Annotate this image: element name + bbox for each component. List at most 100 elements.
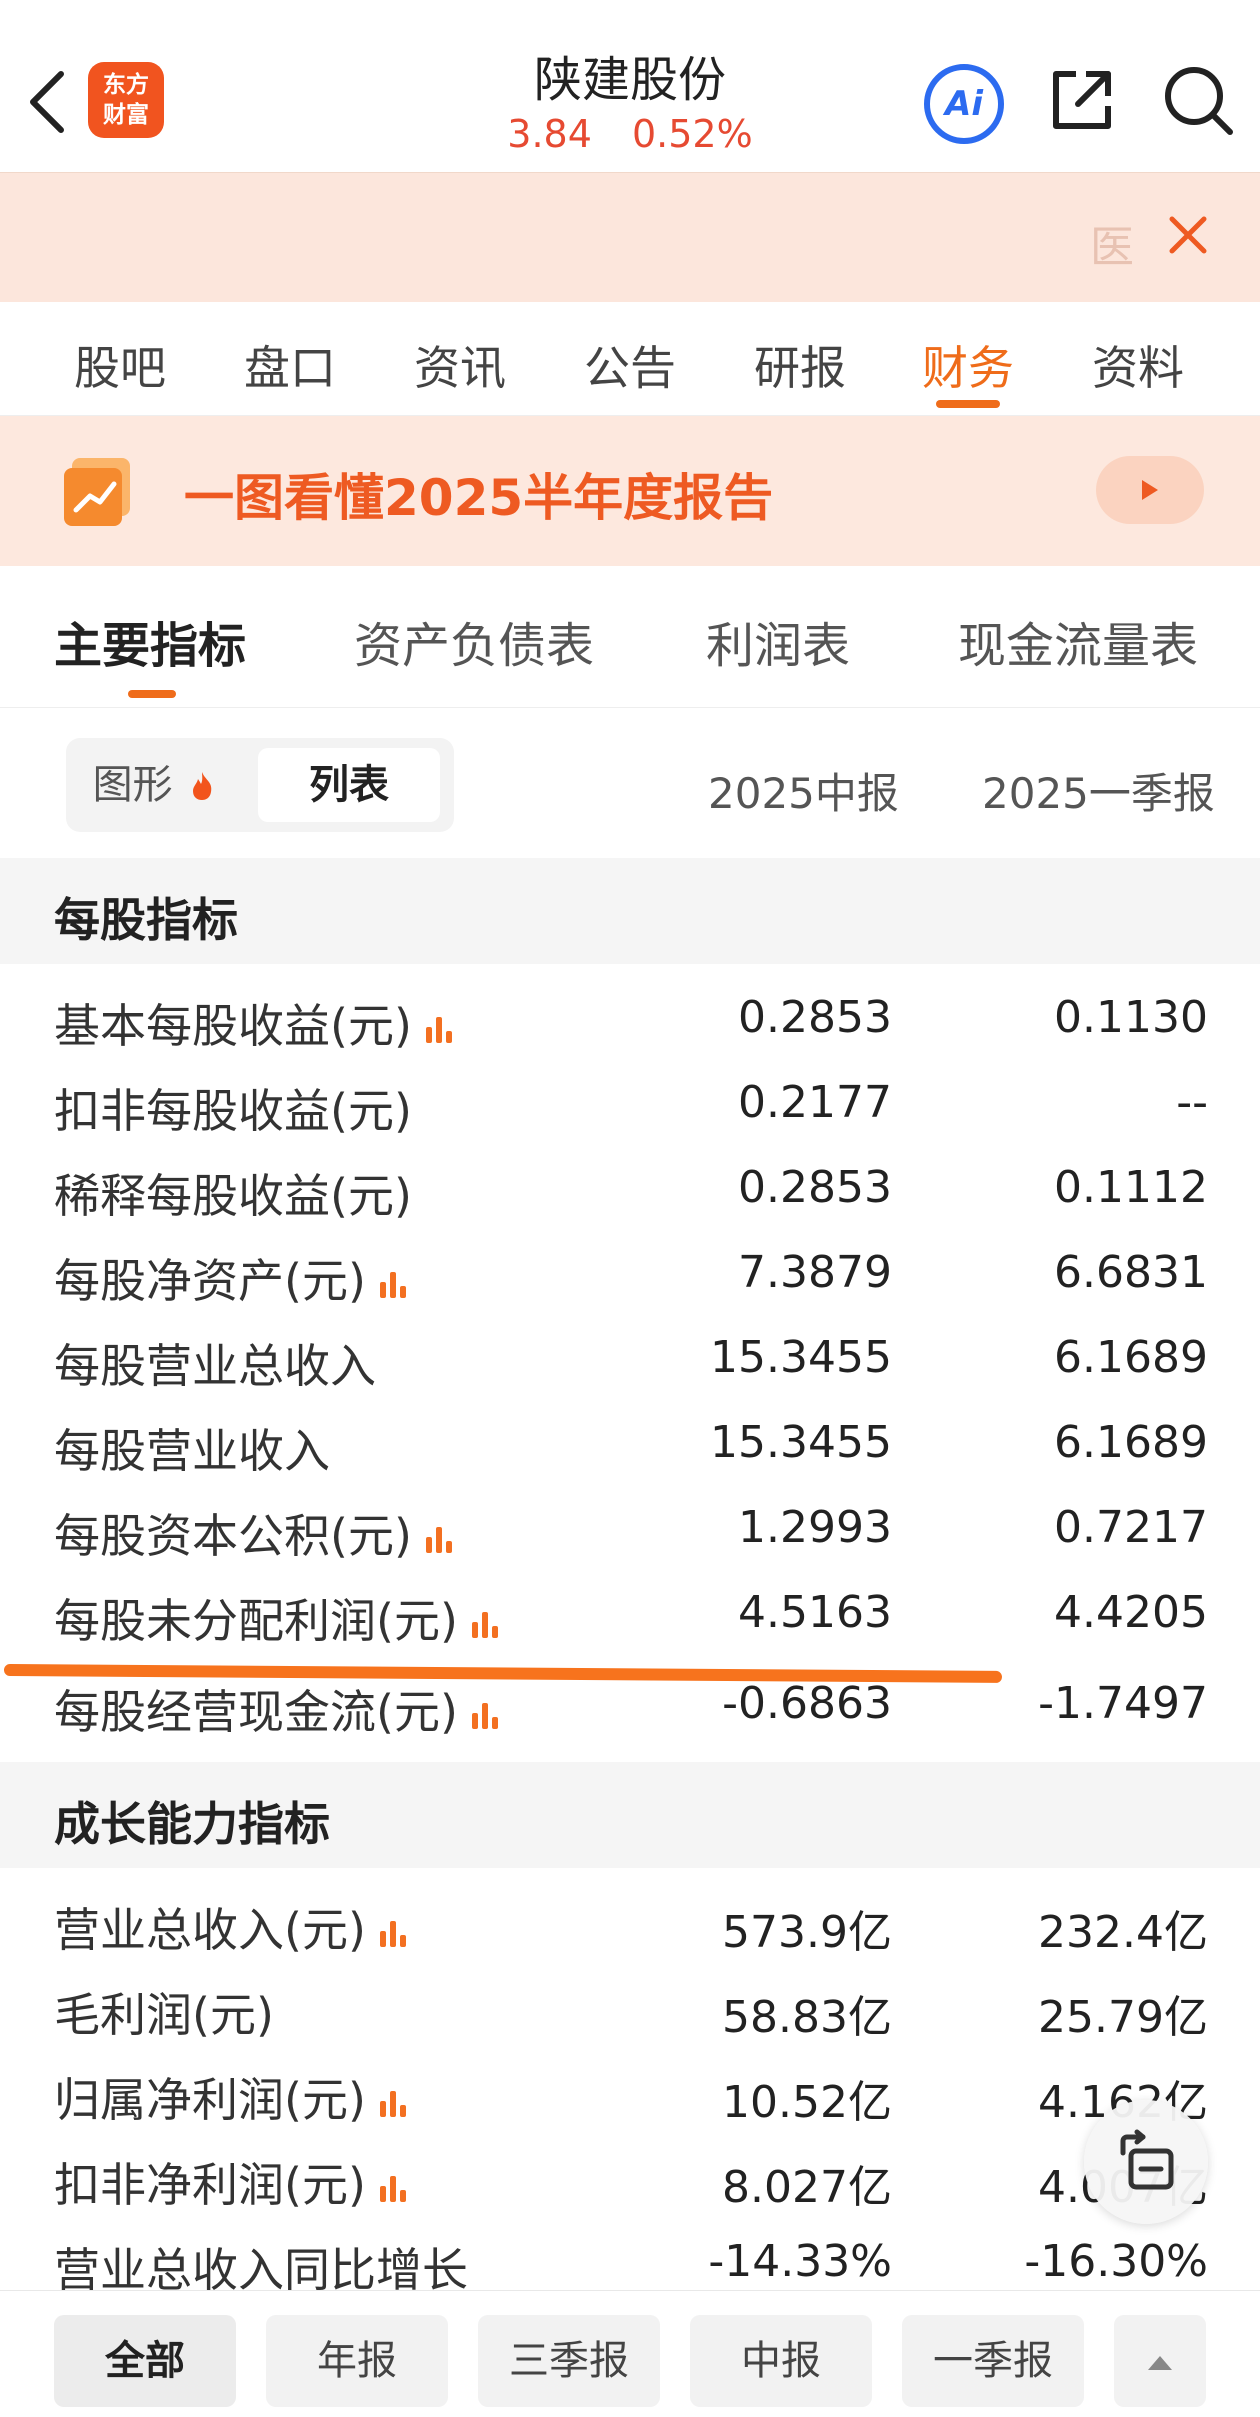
main-nav: 股吧 盘口 资讯 公告 研报 财务 资料 (0, 302, 1260, 416)
table-row[interactable]: 每股未分配利润(元) 4.5163 4.4205 (0, 1571, 1260, 1657)
collapse-button[interactable] (1114, 2315, 1206, 2407)
row-value-q1: 25.79亿 (1038, 1992, 1208, 2043)
column-header-h1: 2025中报 (708, 769, 899, 818)
table-row[interactable]: 稀释每股收益(元) 0.2853 0.1112 (0, 1146, 1260, 1232)
row-label: 归属净利润(元) (54, 2064, 410, 2130)
section-header-growth: 成长能力指标 (0, 1762, 1260, 1868)
switch-view-floating-button[interactable] (1084, 2100, 1208, 2224)
promo-play-button[interactable] (1096, 456, 1204, 524)
nav-active-indicator (936, 400, 1000, 408)
row-label: 基本每股收益(元) (54, 990, 456, 1056)
notice-banner[interactable]: 医 (0, 172, 1260, 302)
row-value-h1: -14.33% (708, 2236, 892, 2287)
toggle-graph-option[interactable]: 图形 (86, 748, 222, 822)
column-header-q1: 2025一季报 (982, 769, 1215, 818)
play-icon (1142, 480, 1158, 500)
stock-price: 3.84 (507, 112, 592, 156)
row-label: 每股净资产(元) (54, 1245, 410, 1311)
top-header: 东方 财富 陕建股份 3.84 0.52% Ai (0, 0, 1260, 172)
nav-tab-news[interactable]: 资讯 (414, 332, 506, 398)
table-row[interactable]: 每股营业总收入 15.3455 6.1689 (0, 1316, 1260, 1402)
table-row[interactable]: 每股营业收入 15.3455 6.1689 (0, 1401, 1260, 1487)
section-title: 每股指标 (54, 893, 238, 947)
table-row[interactable]: 扣非净利润(元) 8.027亿 4.007亿 (0, 2135, 1260, 2221)
row-value-h1: 7.3879 (738, 1247, 892, 1298)
row-value-h1: 8.027亿 (722, 2162, 892, 2213)
subtab-active-indicator (128, 690, 176, 698)
filter-q3[interactable]: 三季报 (478, 2315, 660, 2407)
bar-chart-icon[interactable] (422, 1013, 456, 1047)
row-value-q1: 6.1689 (1054, 1417, 1208, 1468)
search-button[interactable] (1160, 62, 1236, 138)
row-label: 扣非每股收益(元) (54, 1084, 412, 1138)
subtab-balance-sheet[interactable]: 资产负债表 (354, 606, 594, 676)
row-value-h1: 0.2853 (738, 1162, 892, 1213)
caret-up-icon (1148, 2356, 1172, 2370)
row-value-q1: 0.1112 (1054, 1162, 1208, 1213)
banner-close-button[interactable] (1162, 209, 1214, 261)
toggle-graph-label: 图形 (92, 762, 173, 808)
table-row[interactable]: 归属净利润(元) 10.52亿 4.162亿 (0, 2050, 1260, 2136)
subtab-key-indicators[interactable]: 主要指标 (54, 606, 246, 676)
filter-all[interactable]: 全部 (54, 2315, 236, 2407)
report-chart-icon (64, 458, 130, 526)
row-value-q1: 232.4亿 (1038, 1907, 1208, 1958)
row-label: 稀释每股收益(元) (54, 1169, 412, 1223)
promo-title: 一图看懂2025半年度报告 (184, 469, 774, 527)
subtab-cash-flow[interactable]: 现金流量表 (958, 606, 1198, 676)
filter-annual[interactable]: 年报 (266, 2315, 448, 2407)
section-header-per-share: 每股指标 (0, 858, 1260, 964)
bar-chart-icon[interactable] (468, 1699, 502, 1733)
fire-icon (193, 772, 212, 800)
table-row[interactable]: 基本每股收益(元) 0.2853 0.1130 (0, 976, 1260, 1062)
row-value-q1: 0.1130 (1054, 992, 1208, 1043)
bar-chart-icon[interactable] (468, 1608, 502, 1642)
row-label: 毛利润(元) (54, 1988, 274, 2042)
row-value-h1: 573.9亿 (722, 1907, 892, 1958)
view-toggle: 图形 列表 (66, 738, 454, 832)
row-label: 每股营业收入 (54, 1424, 330, 1478)
filter-q1[interactable]: 一季报 (902, 2315, 1084, 2407)
bar-chart-icon[interactable] (376, 2087, 410, 2121)
filter-half-year[interactable]: 中报 (690, 2315, 872, 2407)
share-icon (1053, 71, 1111, 129)
search-icon (1165, 67, 1233, 135)
section-title: 成长能力指标 (54, 1797, 330, 1851)
stock-change: 0.52% (631, 112, 753, 156)
bar-chart-icon[interactable] (422, 1523, 456, 1557)
table-row[interactable]: 每股资本公积(元) 1.2993 0.7217 (0, 1486, 1260, 1572)
nav-tab-guba[interactable]: 股吧 (74, 332, 166, 398)
row-value-h1: 1.2993 (738, 1502, 892, 1553)
bar-chart-icon[interactable] (376, 1917, 410, 1951)
ai-label: Ai (945, 84, 983, 124)
row-value-h1: 0.2177 (738, 1077, 892, 1128)
ai-assistant-button[interactable]: Ai (924, 64, 1004, 144)
row-label: 每股未分配利润(元) (54, 1585, 502, 1651)
row-value-q1: -1.7497 (1038, 1678, 1208, 1729)
nav-tab-research[interactable]: 研报 (754, 332, 846, 398)
row-label: 每股营业总收入 (54, 1339, 376, 1393)
nav-tab-announcements[interactable]: 公告 (584, 332, 676, 398)
nav-tab-pankou[interactable]: 盘口 (244, 332, 336, 398)
row-value-h1: 4.5163 (738, 1587, 892, 1638)
close-icon (1169, 216, 1207, 254)
nav-tab-finance[interactable]: 财务 (922, 332, 1014, 398)
view-toolbar: 图形 列表 2025中报 2025一季报 (0, 708, 1260, 858)
nav-tab-profile[interactable]: 资料 (1092, 332, 1184, 398)
table-row[interactable]: 每股净资产(元) 7.3879 6.6831 (0, 1231, 1260, 1317)
share-button[interactable] (1046, 64, 1118, 136)
swap-icon (1120, 2129, 1174, 2190)
row-value-h1: 15.3455 (710, 1332, 892, 1383)
table-row[interactable]: 毛利润(元) 58.83亿 25.79亿 (0, 1965, 1260, 2051)
report-promo-banner[interactable]: 一图看懂2025半年度报告 (0, 416, 1260, 566)
toggle-list-option[interactable]: 列表 (258, 748, 440, 822)
table-row[interactable]: 扣非每股收益(元) 0.2177 -- (0, 1061, 1260, 1147)
row-value-q1: 6.1689 (1054, 1332, 1208, 1383)
bar-chart-icon[interactable] (376, 2172, 410, 2206)
subtab-income-statement[interactable]: 利润表 (706, 606, 850, 676)
table-row[interactable]: 营业总收入(元) 573.9亿 232.4亿 (0, 1880, 1260, 1966)
banner-text: 医 (1090, 222, 1134, 273)
table-row[interactable]: 每股经营现金流(元) -0.6863 -1.7497 (0, 1662, 1260, 1748)
row-value-h1: 0.2853 (738, 992, 892, 1043)
bar-chart-icon[interactable] (376, 1268, 410, 1302)
